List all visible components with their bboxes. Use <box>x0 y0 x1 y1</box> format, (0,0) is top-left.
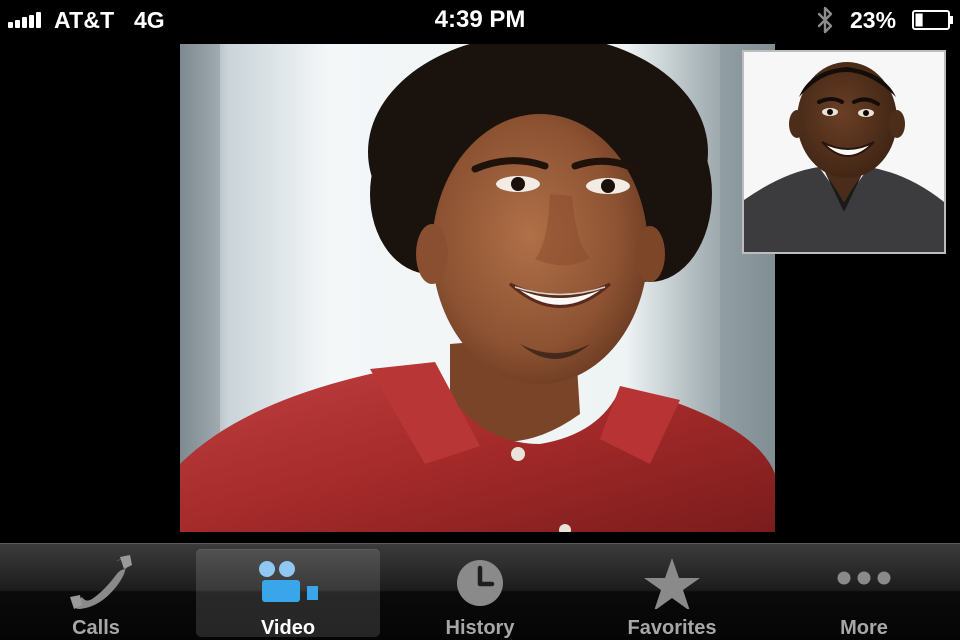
tab-label-favorites: Favorites <box>627 617 717 639</box>
bluetooth-icon <box>817 6 833 34</box>
remote-video-feed[interactable] <box>180 44 775 532</box>
tab-bar: Calls Video History Favorites More <box>0 543 960 640</box>
self-preview-window[interactable] <box>742 50 946 254</box>
video-camera-icon <box>259 561 318 602</box>
status-bar: AT&T 4G 4:39 PM 23% <box>0 0 960 40</box>
tab-more[interactable]: More <box>772 549 956 639</box>
battery-icon <box>912 10 953 30</box>
tab-favorites[interactable]: Favorites <box>580 549 764 639</box>
star-icon <box>644 558 700 609</box>
tab-label-history: History <box>445 617 515 639</box>
tab-history[interactable]: History <box>388 549 572 639</box>
tab-calls[interactable]: Calls <box>4 549 188 639</box>
tab-label-more: More <box>840 617 888 639</box>
tab-video[interactable]: Video <box>196 549 380 639</box>
battery-percent: 23% <box>850 7 897 33</box>
phone-icon <box>70 555 132 609</box>
remote-participant-video <box>180 44 775 532</box>
clock-icon <box>457 560 503 606</box>
more-dots-icon <box>837 571 891 585</box>
self-camera-preview <box>744 52 944 252</box>
tab-label-video: Video <box>260 617 316 639</box>
tab-label-calls: Calls <box>72 617 120 639</box>
video-call-screen: AT&T 4G 4:39 PM 23% Calls Video History … <box>0 0 960 640</box>
